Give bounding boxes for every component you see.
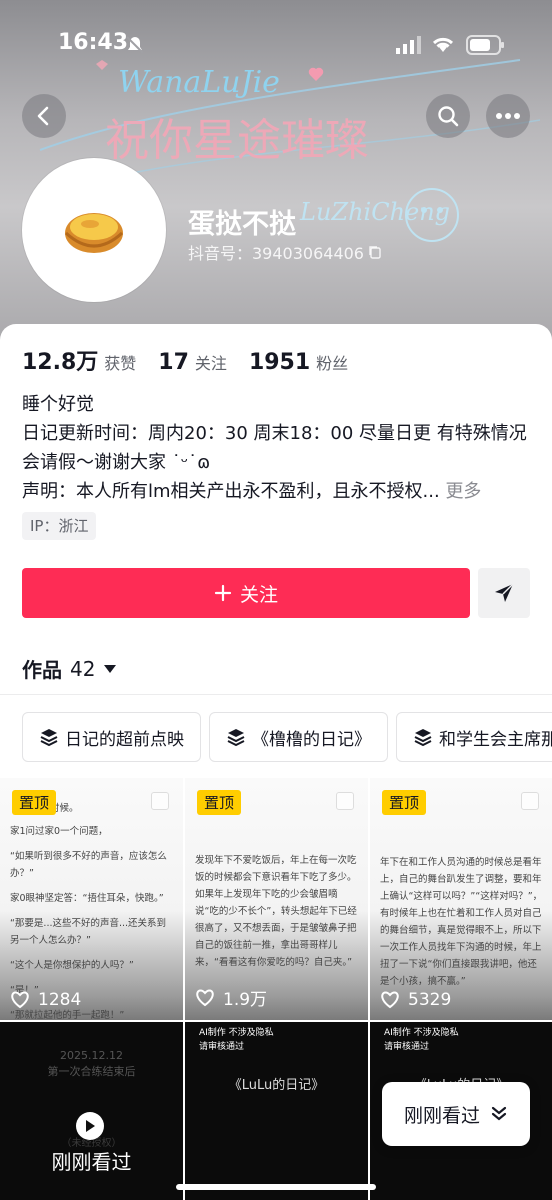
send-message-button[interactable] [478, 568, 530, 618]
play-button[interactable] [76, 1112, 104, 1140]
back-button[interactable] [22, 94, 66, 138]
bio[interactable]: 睡个好觉 日记更新时间：周内20：30 周末18：00 尽量日更 有特殊情况会请… [22, 390, 532, 506]
likes-label: 获赞 [104, 354, 137, 373]
collection-chip[interactable]: 《橹橹的日记》 [209, 712, 388, 762]
select-checkbox[interactable] [521, 792, 539, 810]
signal-icon [396, 36, 421, 54]
works-count: 42 [70, 656, 96, 681]
collection-label: 和学生会主席那 [439, 729, 552, 750]
video-likes: 1284 [10, 990, 81, 1010]
collection-chip[interactable]: 日记的超前点映 [22, 712, 201, 762]
video-likes: 5329 [380, 990, 451, 1010]
play-icon [86, 1120, 95, 1132]
profile-banner: WanaLuJie 祝你星途璀璨 LuZhiCheng 16:43 蛋挞不挞 抖… [0, 0, 552, 345]
stack-icon [414, 729, 432, 747]
recently-viewed-button[interactable]: 刚刚看过 [382, 1082, 530, 1146]
stack-icon [227, 729, 245, 747]
video-like-count: 5329 [408, 990, 452, 1010]
caret-down-icon [104, 664, 117, 673]
banner-signature-2: 祝你星途璀璨 [105, 115, 369, 166]
double-chevron-down-icon [491, 1106, 507, 1121]
video-cover-date: 2025.12.12 第一次合练结束后 [47, 1049, 136, 1078]
stack-icon [40, 729, 58, 747]
ai-disclaimer-tag: AI制作 不涉及隐私 请审核通过 [199, 1028, 274, 1052]
status-bar: 16:43 [0, 28, 552, 62]
nickname: 蛋挞不挞 [188, 209, 296, 240]
select-checkbox[interactable] [336, 792, 354, 810]
video-cover-title: 《LuLu的日记》 [228, 1078, 325, 1093]
status-time: 16:43 [58, 30, 129, 55]
home-indicator[interactable] [176, 1184, 376, 1190]
bio-line-1: 睡个好觉 [22, 394, 94, 415]
ip-location-tag: IP：浙江 [22, 512, 97, 540]
profile-stats: 12.8万 获赞 17 关注 1951 粉丝 [22, 344, 370, 376]
video-tile[interactable]: 2025.12.12 第一次合练结束后 （未经授权） 刚刚看过 [0, 1022, 183, 1200]
video-like-count: 1.9万 [223, 990, 268, 1010]
search-button[interactable] [426, 94, 470, 138]
follow-button-label: 关注 [239, 583, 278, 606]
recently-viewed-label: 刚刚看过 [51, 1150, 132, 1174]
heart-icon [11, 991, 29, 1009]
following-count[interactable]: 17 [158, 350, 189, 375]
egg-tart-avatar-image [64, 213, 124, 253]
profile-page: WanaLuJie 祝你星途璀璨 LuZhiCheng 16:43 蛋挞不挞 抖… [0, 0, 552, 1200]
following-label[interactable]: 关注 [195, 350, 227, 374]
works-label: 作品 [22, 658, 62, 682]
video-likes: 1.9万 [195, 985, 267, 1010]
more-dots-icon [496, 113, 520, 119]
heart-icon [196, 989, 214, 1006]
video-tile[interactable]: 年下在和工作人员沟通的时候总是看年上，自己的舞台趴发生了调整，要和年上确认“这样… [370, 778, 552, 1020]
video-cover-text: 年下在和工作人员沟通的时候总是看年上，自己的舞台趴发生了调整，要和年上确认“这样… [380, 857, 543, 987]
bio-line-2: 日记更新时间：周内20：30 周末18：00 尽量日更 有特殊情况会请假～谢谢大… [22, 423, 527, 473]
follow-button[interactable]: 关注 [22, 568, 470, 618]
tab-works[interactable]: 作品 42 [22, 654, 117, 683]
pinned-badge: 置顶 [197, 790, 242, 815]
ai-disclaimer-tag: AI制作 不涉及隐私 请审核通过 [384, 1028, 459, 1052]
bio-more-link[interactable]: 更多 [445, 481, 481, 502]
followers-label[interactable]: 粉丝 [316, 350, 348, 374]
search-icon [438, 106, 459, 127]
likes-count: 12.8万 [22, 350, 99, 375]
collections-row: 日记的超前点映 《橹橹的日记》 和学生会主席那 [22, 712, 552, 762]
tab-divider [0, 694, 552, 695]
chevron-left-icon [37, 106, 49, 126]
avatar[interactable] [22, 158, 166, 302]
more-options-button[interactable] [486, 94, 530, 138]
video-cover-text: 发现年下不爱吃饭后，年上在每一次吃饭的时候都会下意识看年下吃了多少。如果年上发现… [195, 855, 357, 968]
collection-label: 日记的超前点映 [65, 729, 184, 750]
video-cover-text: 时候。 家1问过家0一个问题， “如果听到很多不好的声音，应该怎么办？” 家0眼… [10, 803, 167, 1020]
bio-line-3-text: 声明：本人所有lm相关产出永不盈利，且永不授权... [22, 481, 440, 502]
video-like-count: 1284 [38, 990, 82, 1010]
select-checkbox[interactable] [151, 792, 169, 810]
douyin-id: 抖音号：39403064406 [188, 240, 382, 264]
paper-plane-icon [495, 583, 514, 602]
pinned-badge: 置顶 [12, 790, 57, 815]
video-tile[interactable]: AI制作 不涉及隐私 请审核通过 《LuLu的日记》 [185, 1022, 368, 1200]
banner-signature-3: LuZhiCheng [299, 198, 450, 226]
video-tile[interactable]: 发现年下不爱吃饭后，年上在每一次吃饭的时候都会下意识看年下吃了多少。如果年上发现… [185, 778, 368, 1020]
video-tile[interactable]: 时候。 家1问过家0一个问题， “如果听到很多不好的声音，应该怎么办？” 家0眼… [0, 778, 183, 1020]
battery-icon [466, 35, 504, 55]
pinned-badge: 置顶 [382, 790, 427, 815]
bio-line-3: 声明：本人所有lm相关产出永不盈利，且永不授权... 更多 [22, 477, 532, 506]
bell-slash-icon [126, 36, 144, 54]
collection-chip[interactable]: 和学生会主席那 [396, 712, 552, 762]
followers-count[interactable]: 1951 [249, 350, 310, 375]
wifi-icon [432, 37, 454, 52]
heart-icon [381, 991, 399, 1009]
collection-label: 《橹橹的日记》 [252, 729, 371, 750]
banner-signature-1: WanaLuJie [118, 65, 280, 100]
douyin-id-text: 抖音号：39403064406 [188, 244, 364, 263]
plus-icon [214, 584, 232, 602]
recently-viewed-button-label: 刚刚看过 [403, 1104, 480, 1127]
copy-icon[interactable] [368, 245, 382, 259]
